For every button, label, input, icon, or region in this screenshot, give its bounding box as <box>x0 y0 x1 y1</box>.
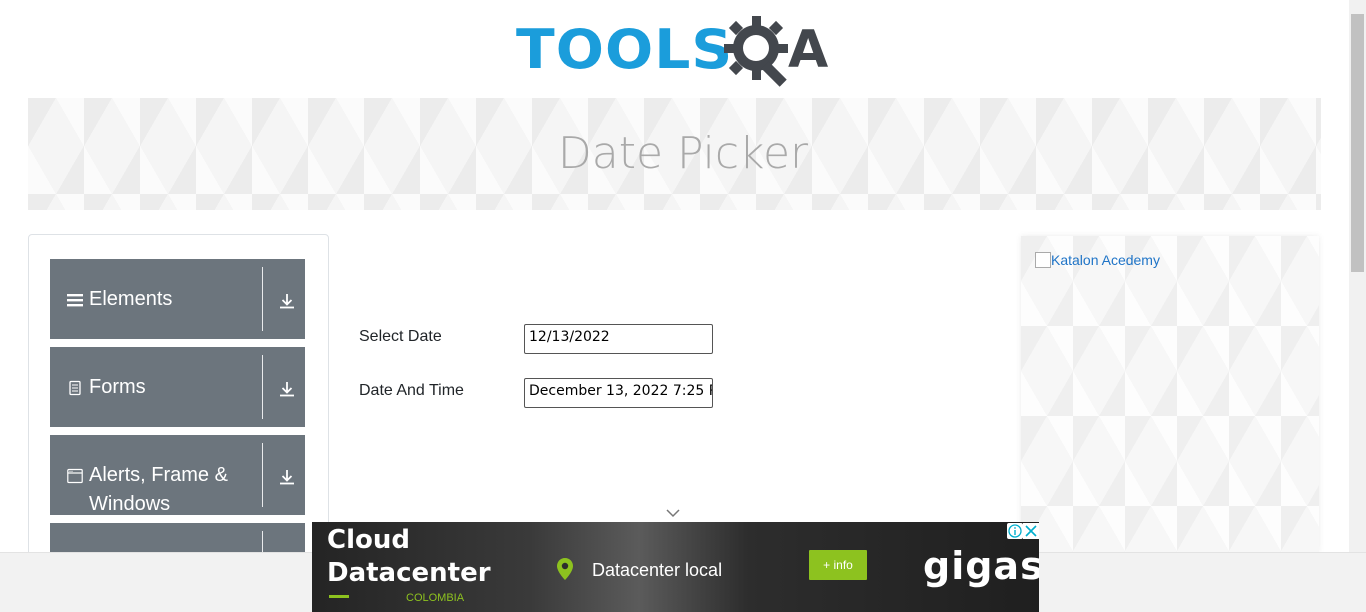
logo-text: TOOLS <box>516 18 734 81</box>
katalon-ad-link[interactable]: Katalon Acedemy <box>1035 252 1160 268</box>
divider <box>262 443 263 507</box>
ad-info-button[interactable]: + info <box>809 550 867 580</box>
right-ad-panel: Katalon Acedemy <box>1021 236 1319 552</box>
ad-country: COLOMBIA <box>406 592 465 604</box>
ad-brand-logo: gigas <box>923 544 1039 588</box>
left-sidebar: Elements Forms Alerts, Frame & Windows <box>28 234 329 564</box>
broken-image-icon <box>1035 252 1051 268</box>
sidebar-group-label: Elements <box>89 288 173 310</box>
chevron-down-icon[interactable] <box>666 508 680 518</box>
bottom-ad-banner[interactable]: Cloud Datacenter COLOMBIA Datacenter loc… <box>312 522 1039 612</box>
sidebar-group-elements[interactable]: Elements <box>50 259 305 339</box>
ad-underline <box>329 595 349 598</box>
divider <box>262 355 263 419</box>
close-icon[interactable] <box>1023 523 1039 539</box>
sidebar-group-alerts-frame-windows[interactable]: Alerts, Frame & Windows <box>50 435 305 515</box>
sidebar-group-forms[interactable]: Forms <box>50 347 305 427</box>
select-date-input[interactable]: 12/13/2022 <box>524 324 713 354</box>
date-and-time-input[interactable]: December 13, 2022 7:25 PM <box>524 378 713 408</box>
document-icon <box>69 380 81 396</box>
sidebar-group-label: Alerts, Frame & Windows <box>89 464 228 515</box>
logo-a: A <box>788 20 829 80</box>
date-and-time-label: Date And Time <box>359 382 464 399</box>
page-title: Date Picker <box>557 128 809 179</box>
ad-choices-icon[interactable] <box>1007 523 1023 539</box>
divider <box>262 267 263 331</box>
download-icon[interactable] <box>278 468 296 486</box>
download-icon[interactable] <box>278 292 296 310</box>
ad-headline: Cloud Datacenter <box>327 525 491 588</box>
download-icon[interactable] <box>278 380 296 398</box>
sidebar-group-label: Forms <box>89 376 146 398</box>
scrollbar-thumb[interactable] <box>1351 14 1364 272</box>
select-date-label: Select Date <box>359 328 442 345</box>
hamburger-icon <box>67 294 83 307</box>
gear-magnifier-icon <box>724 16 788 87</box>
location-pin-icon <box>557 558 573 580</box>
toolsqa-logo[interactable]: TOOLS A <box>516 14 838 88</box>
ad-alt-text: Katalon Acedemy <box>1051 252 1160 268</box>
window-icon <box>67 468 83 484</box>
ad-feature: Datacenter local <box>592 560 723 580</box>
